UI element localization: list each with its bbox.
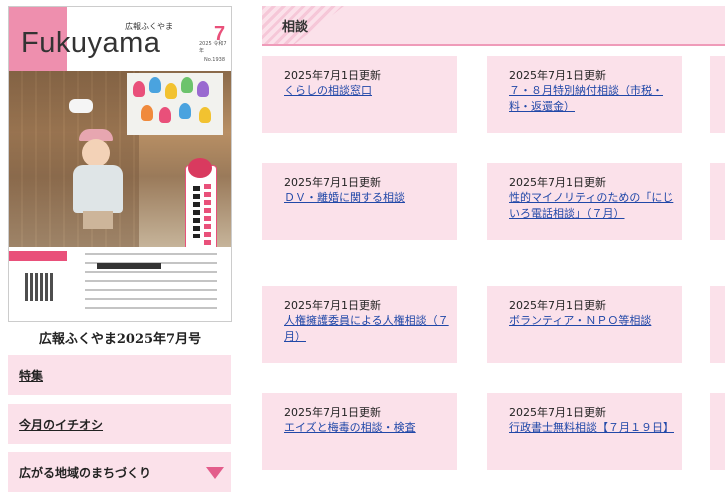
card-date: 2025年7月1日更新 — [509, 299, 606, 312]
consultation-card: 2025年7月1日更新 くらしの相談窓口 — [262, 56, 457, 133]
cover-goat — [69, 99, 93, 113]
cover-animal-mural — [127, 73, 223, 135]
section-title: 相談 — [282, 20, 309, 35]
card-link[interactable]: エイズと梅毒の相談・検査 — [284, 420, 456, 436]
cover-kanji-title: 広報ふくやま — [125, 22, 173, 31]
consultation-card: 2025年7月1日更新 ＤＶ・離婚に関する相談 — [262, 163, 457, 240]
consultation-card-partial[interactable] — [710, 56, 725, 133]
consultation-card: 2025年7月1日更新 ７・８月特別納付相談（市税・料・返還金） — [487, 56, 682, 133]
cover-contents-panel — [9, 247, 231, 321]
cover-number: No.1938 — [204, 57, 226, 63]
card-date: 2025年7月1日更新 — [284, 299, 381, 312]
card-link[interactable]: ＤＶ・離婚に関する相談 — [284, 190, 456, 206]
consultation-card-partial[interactable] — [710, 393, 725, 470]
consultation-card: 2025年7月1日更新 エイズと梅毒の相談・検査 — [262, 393, 457, 470]
sidebar-item-feature[interactable]: 特集 — [8, 355, 231, 395]
section-header: 相談 — [262, 6, 725, 46]
consultation-card-partial[interactable] — [710, 286, 725, 363]
card-link[interactable]: ボランティア・ＮＰＯ等相談 — [509, 313, 681, 329]
consultation-card: 2025年7月1日更新 行政書士無料相談【７月１９日】 — [487, 393, 682, 470]
consultation-card-partial[interactable] — [710, 163, 725, 240]
cover-child — [71, 129, 135, 229]
consultation-card: 2025年7月1日更新 ボランティア・ＮＰＯ等相談 — [487, 286, 682, 363]
card-link[interactable]: 人権擁護委員による人権相談（７月） — [284, 313, 456, 345]
card-link[interactable]: くらしの相談窓口 — [284, 83, 456, 99]
card-link[interactable]: ７・８月特別納付相談（市税・料・返還金） — [509, 83, 681, 115]
sidebar-item-label: 広がる地域のまちづくり — [19, 465, 152, 480]
qr-code-icon — [25, 273, 53, 301]
card-link[interactable]: 性的マイノリティのための「にじいろ電話相談」（７月） — [509, 190, 681, 222]
card-date: 2025年7月1日更新 — [284, 176, 381, 189]
sidebar-item-community[interactable]: 広がる地域のまちづくり — [8, 452, 231, 492]
sidebar-item-pickup[interactable]: 今月のイチオシ — [8, 404, 231, 444]
card-date: 2025年7月1日更新 — [509, 406, 606, 419]
card-date: 2025年7月1日更新 — [509, 176, 606, 189]
cover-caption: 広報ふくやま2025年7月号 — [38, 332, 202, 347]
consultation-card: 2025年7月1日更新 人権擁護委員による人権相談（７月） — [262, 286, 457, 363]
cover-year: 2025 令和7年 — [199, 41, 227, 54]
triangle-down-icon — [206, 467, 224, 479]
card-date: 2025年7月1日更新 — [284, 406, 381, 419]
card-link[interactable]: 行政書士無料相談【７月１９日】 — [509, 420, 681, 436]
card-date: 2025年7月1日更新 — [284, 69, 381, 82]
card-date: 2025年7月1日更新 — [509, 69, 606, 82]
consultation-card: 2025年7月1日更新 性的マイノリティのための「にじいろ電話相談」（７月） — [487, 163, 682, 240]
magazine-cover-image[interactable]: Fukuyama 広報ふくやま 7 2025 令和7年 No.1938 — [8, 6, 232, 322]
